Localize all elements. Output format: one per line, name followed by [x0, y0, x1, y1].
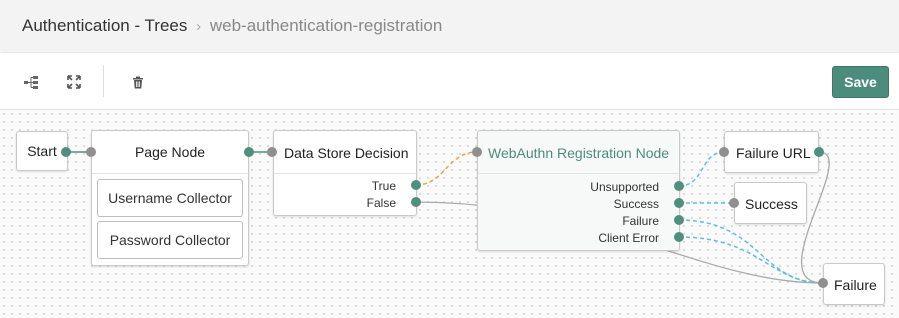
node-success-title: Success	[745, 196, 798, 212]
port-page-in[interactable]	[86, 147, 96, 157]
port-failure-out[interactable]	[674, 215, 684, 225]
node-failure-title: Failure	[834, 277, 877, 293]
port-start-out[interactable]	[61, 147, 71, 157]
page-header: Authentication - Trees › web-authenticat…	[0, 0, 899, 52]
node-webauthn-divider	[478, 173, 679, 174]
outcome-true: True	[371, 179, 396, 193]
node-webauthn-title: WebAuthn Registration Node	[488, 145, 670, 161]
port-unsupported-out[interactable]	[674, 181, 684, 191]
outcome-unsupported: Unsupported	[590, 180, 659, 194]
node-data-store-title: Data Store Decision	[284, 145, 409, 161]
node-failure-url[interactable]: Failure URL	[724, 131, 819, 173]
breadcrumb: Authentication - Trees › web-authenticat…	[22, 16, 442, 36]
port-failure-in[interactable]	[818, 278, 828, 288]
node-page-title: Page Node	[134, 144, 206, 160]
breadcrumb-root-link[interactable]: Authentication - Trees	[22, 16, 187, 35]
node-success[interactable]: Success	[734, 182, 807, 224]
node-data-store-decision[interactable]: Data Store Decision True False	[273, 130, 417, 216]
toolbar-divider	[103, 65, 104, 97]
port-webauthn-in[interactable]	[472, 147, 482, 157]
save-button[interactable]: Save	[832, 66, 889, 98]
node-page-divider	[92, 173, 248, 174]
node-failure[interactable]: Failure	[823, 263, 885, 305]
password-collector[interactable]: Password Collector	[97, 221, 243, 259]
node-failure-url-title: Failure URL	[736, 145, 811, 161]
tree-layout-icon[interactable]	[22, 73, 40, 91]
outcome-success: Success	[613, 197, 659, 211]
port-failureurl-out[interactable]	[814, 147, 824, 157]
fullscreen-icon[interactable]	[65, 73, 83, 91]
outcome-client-error: Client Error	[598, 231, 659, 245]
port-failureurl-in[interactable]	[719, 147, 729, 157]
breadcrumb-separator: ›	[196, 18, 202, 35]
port-datastore-in[interactable]	[267, 147, 277, 157]
port-client-error-out[interactable]	[674, 232, 684, 242]
toolbar	[0, 53, 899, 110]
trash-icon[interactable]	[129, 73, 147, 91]
port-false-out[interactable]	[411, 197, 421, 207]
username-collector[interactable]: Username Collector	[97, 179, 243, 217]
node-start-title: Start	[27, 143, 57, 159]
node-webauthn-registration[interactable]: WebAuthn Registration Node Unsupported S…	[477, 130, 680, 251]
node-data-store-divider	[274, 173, 416, 174]
port-page-out[interactable]	[244, 147, 254, 157]
outcome-failure: Failure	[622, 214, 659, 228]
port-success-out[interactable]	[674, 198, 684, 208]
node-page[interactable]: Page Node Username Collector Password Co…	[91, 130, 249, 266]
breadcrumb-current: web-authentication-registration	[209, 16, 443, 35]
port-success-in[interactable]	[729, 198, 739, 208]
port-true-out[interactable]	[411, 180, 421, 190]
outcome-false: False	[366, 196, 396, 210]
